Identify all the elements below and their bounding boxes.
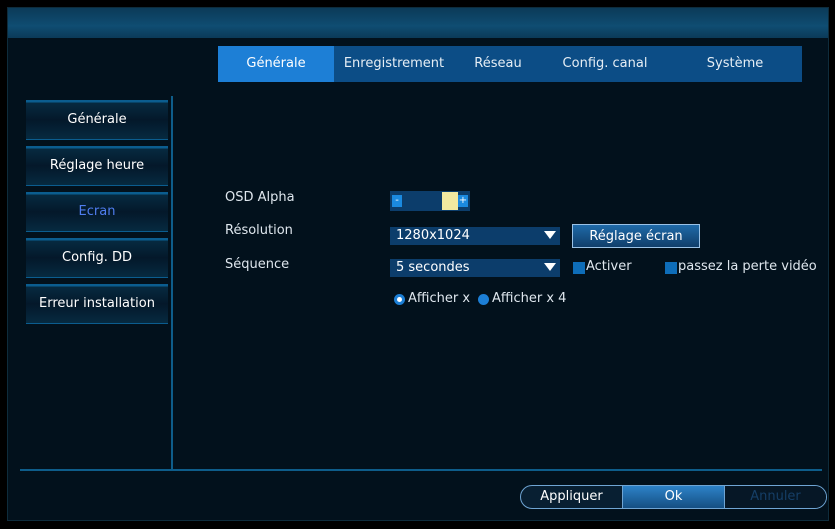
video-loss-checkbox[interactable] — [665, 262, 677, 274]
sidebar-item-reglage-heure[interactable]: Réglage heure — [26, 146, 168, 186]
chevron-down-icon — [544, 263, 556, 271]
tab-systeme[interactable]: Système — [668, 46, 802, 82]
osd-alpha-label: OSD Alpha — [225, 190, 295, 205]
title-bar — [8, 8, 828, 38]
osd-alpha-increase-button[interactable]: + — [458, 195, 468, 207]
activer-label: Activer — [586, 259, 632, 274]
osd-alpha-slider-thumb[interactable] — [442, 192, 458, 210]
sidebar-item-erreur-installation[interactable]: Erreur installation — [26, 284, 168, 324]
tab-enregistrement[interactable]: Enregistrement — [334, 46, 454, 82]
dialog-frame: Générale Enregistrement Réseau Config. c… — [7, 7, 829, 521]
display-mode-radio-2-label: Afficher x 4 — [492, 291, 567, 306]
appliquer-button[interactable]: Appliquer — [521, 486, 622, 508]
video-loss-label: passez la perte vidéo — [678, 259, 817, 274]
sidebar-item-generale[interactable]: Générale — [26, 100, 168, 140]
chevron-down-icon — [544, 231, 556, 239]
resolution-select-value: 1280x1024 — [396, 228, 470, 243]
sequence-select-value: 5 secondes — [396, 260, 470, 275]
activer-checkbox[interactable] — [573, 262, 585, 274]
vertical-divider — [171, 96, 173, 469]
sequence-label: Séquence — [225, 257, 290, 272]
top-tab-bar: Générale Enregistrement Réseau Config. c… — [218, 46, 802, 82]
annuler-button[interactable]: Annuler — [725, 486, 826, 508]
tab-config-canal[interactable]: Config. canal — [542, 46, 668, 82]
display-mode-radio-2[interactable] — [478, 294, 489, 305]
sidebar: Générale Réglage heure Ecran Config. DD … — [26, 100, 168, 330]
osd-alpha-slider[interactable]: - + — [390, 191, 470, 211]
footer-button-group: Appliquer Ok Annuler — [520, 485, 827, 509]
tab-reseau[interactable]: Réseau — [454, 46, 542, 82]
resolution-select[interactable]: 1280x1024 — [390, 227, 560, 245]
display-mode-radio-1-label: Afficher x — [408, 291, 471, 306]
sidebar-item-config-dd[interactable]: Config. DD — [26, 238, 168, 278]
bottom-divider — [20, 469, 822, 471]
sequence-select[interactable]: 5 secondes — [390, 259, 560, 277]
resolution-label: Résolution — [225, 223, 293, 238]
ok-button[interactable]: Ok — [623, 486, 724, 508]
osd-alpha-decrease-button[interactable]: - — [392, 195, 402, 207]
display-mode-radio-1[interactable] — [394, 294, 405, 305]
sidebar-item-ecran[interactable]: Ecran — [26, 192, 168, 232]
tab-generale[interactable]: Générale — [218, 46, 334, 82]
reglage-ecran-button[interactable]: Réglage écran — [572, 224, 700, 248]
